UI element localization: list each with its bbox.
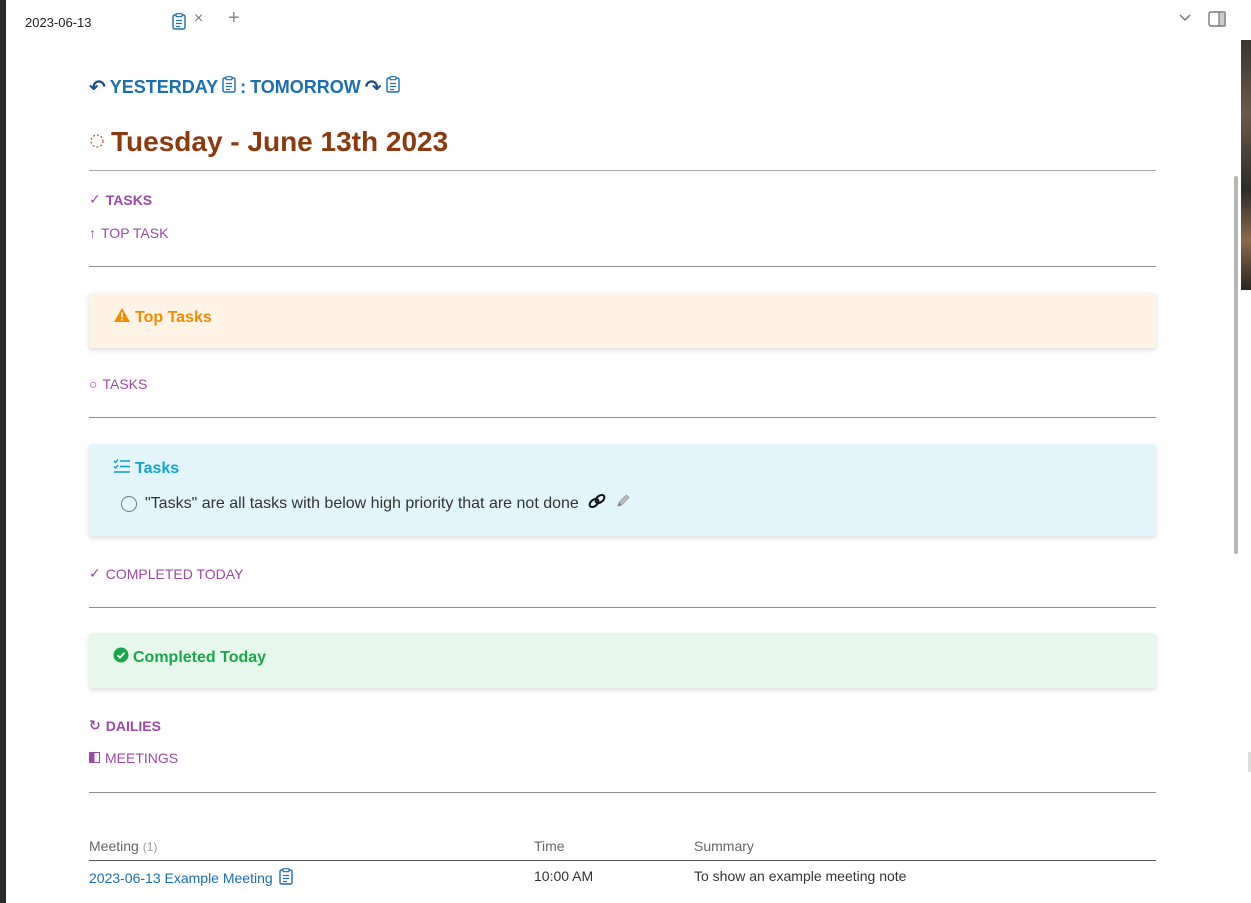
tab-close-button[interactable]: ×: [194, 10, 203, 28]
heading-completed-today: ✓ COMPLETED TODAY: [89, 565, 244, 582]
column-header-summary[interactable]: Summary: [694, 838, 754, 854]
callout-title[interactable]: Tasks: [135, 460, 179, 478]
note-icon[interactable]: [278, 868, 293, 888]
divider: [89, 170, 1156, 171]
divider: [89, 266, 1156, 267]
heading-dailies: ↻ DAILIES: [89, 717, 161, 734]
check-circle-icon: [113, 647, 129, 668]
divider: [89, 792, 1156, 793]
callout-top-tasks: Top Tasks: [89, 293, 1156, 348]
background-image-strip: [1241, 40, 1251, 290]
table-header-divider: [89, 860, 1156, 861]
tab-bar: 2023-06-13 × +: [6, 0, 1240, 40]
task-text: "Tasks" are all tasks with below high pr…: [145, 494, 579, 512]
meeting-time: 10:00 AM: [534, 868, 594, 884]
page-title-text: Tuesday - June 13th 2023: [111, 126, 449, 157]
half-square-icon: [89, 750, 100, 766]
column-header-meeting[interactable]: Meeting (1): [89, 838, 157, 854]
yesterday-link[interactable]: YESTERDAY: [110, 77, 218, 98]
check-icon: ✓: [89, 565, 101, 581]
callout-title[interactable]: Completed Today: [133, 649, 266, 667]
task-item: "Tasks" are all tasks with below high pr…: [121, 492, 631, 515]
note-icon[interactable]: [385, 76, 400, 98]
heading-tasks-list: ○ TASKS: [89, 376, 148, 392]
task-checkbox[interactable]: [121, 495, 137, 512]
divider: [89, 607, 1156, 608]
up-arrow-icon: ↑: [89, 225, 96, 241]
new-tab-button[interactable]: +: [228, 7, 240, 30]
link-icon[interactable]: [587, 492, 607, 515]
nav-separator: :: [240, 76, 247, 97]
meeting-count: (1): [142, 840, 158, 854]
column-header-time[interactable]: Time: [534, 838, 565, 854]
tomorrow-link[interactable]: TOMORROW: [250, 77, 361, 98]
table-row: 2023-06-13 Example Meeting: [89, 868, 293, 888]
circle-icon: ○: [89, 376, 98, 392]
divider: [89, 417, 1156, 418]
heading-top-task: ↑ TOP TASK: [89, 225, 169, 241]
scrollbar[interactable]: [1234, 176, 1238, 554]
meeting-link[interactable]: 2023-06-13 Example Meeting: [89, 870, 273, 886]
page-title: Tuesday - June 13th 2023: [89, 126, 448, 158]
tab-title[interactable]: 2023-06-13: [25, 15, 92, 30]
note-icon: [172, 13, 186, 35]
warning-icon: [113, 307, 131, 328]
check-icon: ✓: [89, 191, 101, 207]
callout-tasks: Tasks "Tasks" are all tasks with below h…: [89, 444, 1156, 536]
undo-arrow-icon: ↶: [89, 76, 106, 99]
list-checks-icon: [113, 458, 131, 479]
callout-title[interactable]: Top Tasks: [135, 309, 212, 327]
callout-completed-today: Completed Today: [89, 633, 1156, 688]
meeting-summary: To show an example meeting note: [694, 868, 907, 884]
redo-arrow-icon: ↷: [364, 76, 382, 99]
heading-meetings: MEETINGS: [89, 750, 178, 766]
chevron-down-icon[interactable]: [1178, 10, 1192, 29]
refresh-icon: ↻: [89, 717, 101, 733]
window-left-edge: [0, 0, 6, 903]
heading-tasks: ✓ TASKS: [89, 191, 153, 208]
note-icon[interactable]: [222, 76, 236, 98]
dotted-circle-icon: [89, 132, 105, 153]
daily-nav: ↶ YESTERDAY : TOMORROW ↷: [89, 76, 400, 99]
pencil-icon[interactable]: [615, 493, 631, 514]
sidebar-toggle-icon[interactable]: [1208, 11, 1226, 32]
